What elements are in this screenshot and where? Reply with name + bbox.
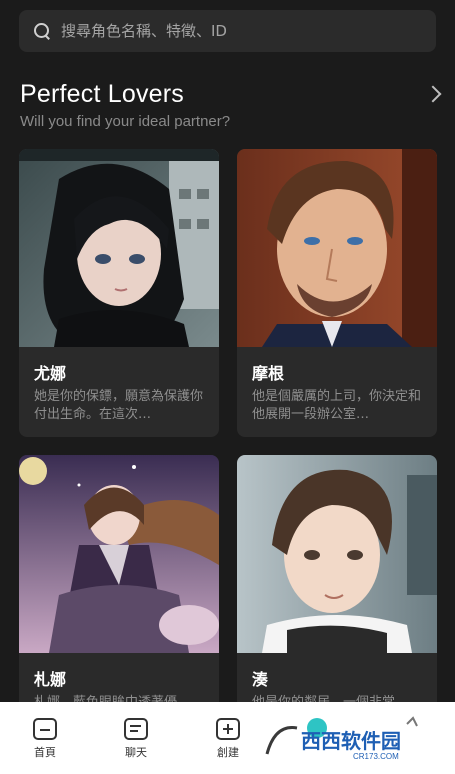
character-description: 他是個嚴厲的上司，你決定和他展開一段辦公室… [252,389,422,422]
section-title: Perfect Lovers [20,80,184,108]
watermark-text: 西西软件园 [301,729,401,753]
character-card[interactable]: 尤娜 她是你的保鏢，願意為保護你付出生命。在這次… [19,149,219,437]
search-bar[interactable] [19,10,436,52]
nav-label: 創建 [217,746,239,759]
nav-label: 聊天 [125,746,147,759]
watermark-logo: 西西软件园 CR173.COM [261,716,451,761]
nav-item-home[interactable]: 首頁 [23,718,67,760]
character-portrait [237,455,437,653]
character-name: 札娜 [34,670,67,689]
character-description: 她是你的保鏢，願意為保護你付出生命。在這次… [34,389,204,422]
plus-icon [216,718,240,740]
search-input[interactable] [61,10,436,52]
chat-icon [124,718,148,740]
character-name: 摩根 [252,364,285,383]
character-card[interactable]: 札娜 札娜，藍色眼眸中透著優 [19,455,219,743]
character-portrait [237,149,437,347]
section-subtitle: Will you find your ideal partner? [20,113,231,130]
search-icon [33,22,51,40]
character-portrait [19,455,219,653]
character-name: 湊 [252,670,269,689]
home-icon [33,718,57,740]
nav-item-chat[interactable]: 聊天 [114,718,158,760]
chevron-right-icon[interactable] [424,85,442,103]
nav-item-create[interactable]: 創建 [206,718,250,760]
character-card[interactable]: 湊 他是你的鄰居，一個非常 [237,455,437,743]
character-card[interactable]: 摩根 他是個嚴厲的上司，你決定和他展開一段辦公室… [237,149,437,437]
app-screen: Perfect Lovers Will you find your ideal … [0,0,455,774]
character-name: 尤娜 [34,364,67,383]
nav-label: 首頁 [34,746,56,759]
bottom-nav: 首頁 聊天 創建 西西软件园 CR173.COM [0,702,455,774]
character-portrait [19,149,219,347]
watermark-subtext: CR173.COM [353,752,399,761]
